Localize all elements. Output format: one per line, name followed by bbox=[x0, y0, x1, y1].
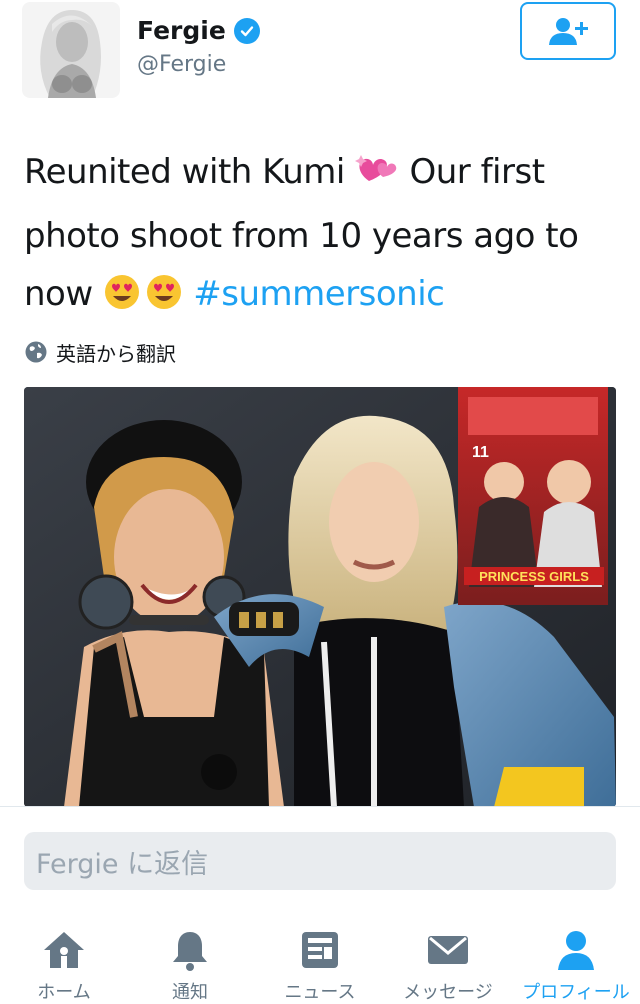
add-user-icon bbox=[549, 18, 588, 45]
avatar[interactable] bbox=[22, 2, 120, 98]
divider bbox=[0, 806, 640, 807]
tab-messages[interactable]: メッセージ bbox=[386, 926, 510, 1004]
tweet-photo[interactable]: PRINCESS GIRLS 11 bbox=[24, 387, 616, 807]
tweet-line-3: now #summersonic bbox=[24, 265, 624, 329]
reply-placeholder: Fergie に返信 bbox=[36, 848, 209, 880]
magazine-issue: 11 bbox=[472, 444, 489, 461]
news-icon bbox=[302, 932, 338, 968]
hashtag-link[interactable]: #summersonic bbox=[193, 274, 445, 314]
tweet-text-segment: now bbox=[24, 274, 103, 314]
home-icon bbox=[44, 932, 84, 968]
tab-news[interactable]: ニュース bbox=[258, 926, 382, 1004]
tab-home[interactable]: ホーム bbox=[2, 926, 126, 1004]
verified-badge-icon bbox=[233, 17, 260, 44]
tab-home-label: ホーム bbox=[37, 982, 91, 1003]
tab-news-label: ニュース bbox=[284, 982, 356, 1003]
tab-messages-label: メッセージ bbox=[403, 982, 493, 1003]
tweet-text: Reunited with Kumi Our first photo shoot… bbox=[24, 143, 624, 329]
tweet-text-segment: Our first bbox=[409, 152, 545, 192]
translate-link[interactable]: 英語から翻訳 bbox=[24, 338, 176, 366]
user-handle[interactable]: @Fergie bbox=[137, 52, 226, 77]
tab-profile[interactable]: プロフィール bbox=[514, 926, 638, 1004]
follow-button[interactable] bbox=[520, 2, 616, 60]
reply-input[interactable]: Fergie に返信 bbox=[24, 832, 616, 890]
tab-bar: ホーム 通知 ニュース メッセージ プロフィール bbox=[0, 912, 640, 1004]
tab-profile-label: プロフィール bbox=[522, 982, 630, 1003]
tweet-text-segment: Reunited with Kumi bbox=[24, 152, 345, 192]
person-icon bbox=[558, 931, 594, 970]
tab-notifications[interactable]: 通知 bbox=[128, 926, 252, 1004]
globe-icon bbox=[25, 341, 47, 363]
two-hearts-emoji-icon bbox=[355, 149, 399, 207]
heart-eyes-emoji-icon bbox=[145, 271, 183, 329]
envelope-icon bbox=[428, 936, 468, 964]
tweet-line-2: photo shoot from 10 years ago to bbox=[24, 216, 579, 256]
bell-icon bbox=[173, 932, 207, 971]
magazine-banner: PRINCESS GIRLS bbox=[479, 569, 589, 584]
tweet-header: Fergie @Fergie bbox=[0, 0, 640, 110]
heart-eyes-emoji-icon bbox=[103, 271, 141, 329]
display-name-text[interactable]: Fergie bbox=[137, 16, 226, 45]
tweet-line-1: Reunited with Kumi Our first bbox=[24, 143, 624, 207]
tab-notifications-label: 通知 bbox=[172, 982, 208, 1003]
translate-label: 英語から翻訳 bbox=[56, 341, 176, 366]
display-name[interactable]: Fergie bbox=[137, 16, 260, 45]
